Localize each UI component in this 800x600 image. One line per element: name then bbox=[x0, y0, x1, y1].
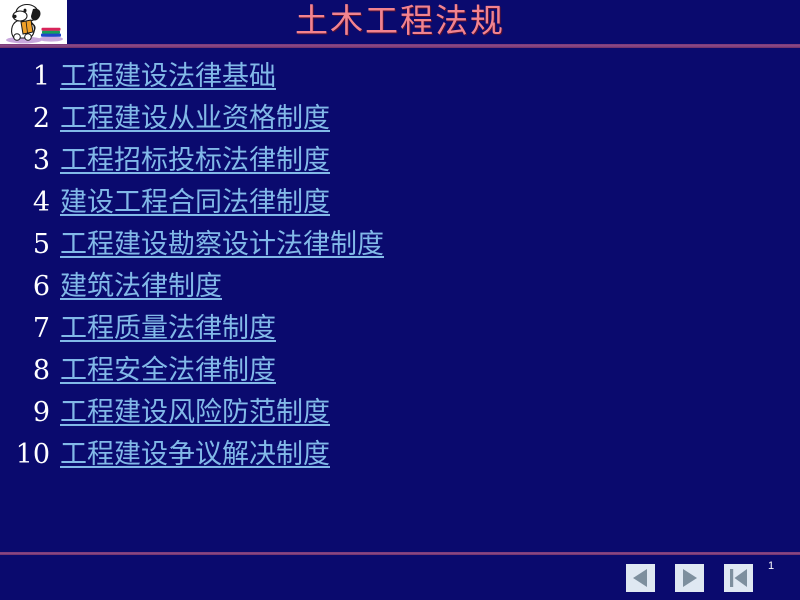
list-item-number: 1 bbox=[32, 61, 50, 92]
toc-link-3[interactable]: 工程招标投标法律制度 bbox=[60, 140, 330, 182]
toc-link-2[interactable]: 工程建设从业资格制度 bbox=[60, 98, 330, 140]
header-divider bbox=[0, 44, 800, 48]
toc-link-7[interactable]: 工程质量法律制度 bbox=[60, 308, 276, 350]
list-item: 7 工程质量法律制度 bbox=[0, 308, 620, 350]
toc-link-1[interactable]: 工程建设法律基础 bbox=[60, 56, 276, 98]
list-item: 1 工程建设法律基础 bbox=[0, 56, 620, 98]
toc-link-8[interactable]: 工程安全法律制度 bbox=[60, 350, 276, 392]
list-item: 2 工程建设从业资格制度 bbox=[0, 98, 620, 140]
list-item: 10 工程建设争议解决制度 bbox=[0, 434, 620, 476]
list-item-number: 5 bbox=[32, 229, 50, 260]
slide-canvas: 土木工程法规 1 工程建设法律基础 2 工程建设从业资格制度 3 工程招标投标法… bbox=[0, 0, 800, 600]
list-item: 6 建筑法律制度 bbox=[0, 266, 620, 308]
triangle-right-icon bbox=[683, 569, 697, 587]
toc-link-10[interactable]: 工程建设争议解决制度 bbox=[60, 434, 330, 476]
toc-link-4[interactable]: 建设工程合同法律制度 bbox=[60, 182, 330, 224]
slide-header: 土木工程法规 bbox=[0, 0, 800, 44]
toc-link-5[interactable]: 工程建设勘察设计法律制度 bbox=[60, 224, 384, 266]
first-slide-button[interactable] bbox=[724, 564, 753, 592]
list-item-number: 10 bbox=[15, 439, 50, 470]
list-item-number: 2 bbox=[32, 103, 50, 134]
next-slide-button[interactable] bbox=[675, 564, 704, 592]
list-item: 5 工程建设勘察设计法律制度 bbox=[0, 224, 620, 266]
triangle-left-bar-icon bbox=[730, 569, 747, 587]
footer-divider bbox=[0, 552, 800, 555]
page-number: 1 bbox=[768, 560, 775, 572]
page-title: 土木工程法规 bbox=[295, 1, 505, 40]
list-item-number: 7 bbox=[32, 313, 50, 344]
triangle-left-icon bbox=[633, 569, 647, 587]
table-of-contents: 1 工程建设法律基础 2 工程建设从业资格制度 3 工程招标投标法律制度 4 建… bbox=[0, 56, 620, 476]
previous-slide-button[interactable] bbox=[626, 564, 655, 592]
list-item-number: 9 bbox=[32, 397, 50, 428]
list-item-number: 4 bbox=[32, 187, 50, 218]
list-item: 4 建设工程合同法律制度 bbox=[0, 182, 620, 224]
list-item-number: 3 bbox=[32, 145, 50, 176]
list-item-number: 6 bbox=[32, 271, 50, 302]
slide-navigation bbox=[626, 564, 766, 594]
list-item: 3 工程招标投标法律制度 bbox=[0, 140, 620, 182]
toc-link-6[interactable]: 建筑法律制度 bbox=[60, 266, 222, 308]
list-item: 8 工程安全法律制度 bbox=[0, 350, 620, 392]
list-item-number: 8 bbox=[32, 355, 50, 386]
list-item: 9 工程建设风险防范制度 bbox=[0, 392, 620, 434]
toc-link-9[interactable]: 工程建设风险防范制度 bbox=[60, 392, 330, 434]
